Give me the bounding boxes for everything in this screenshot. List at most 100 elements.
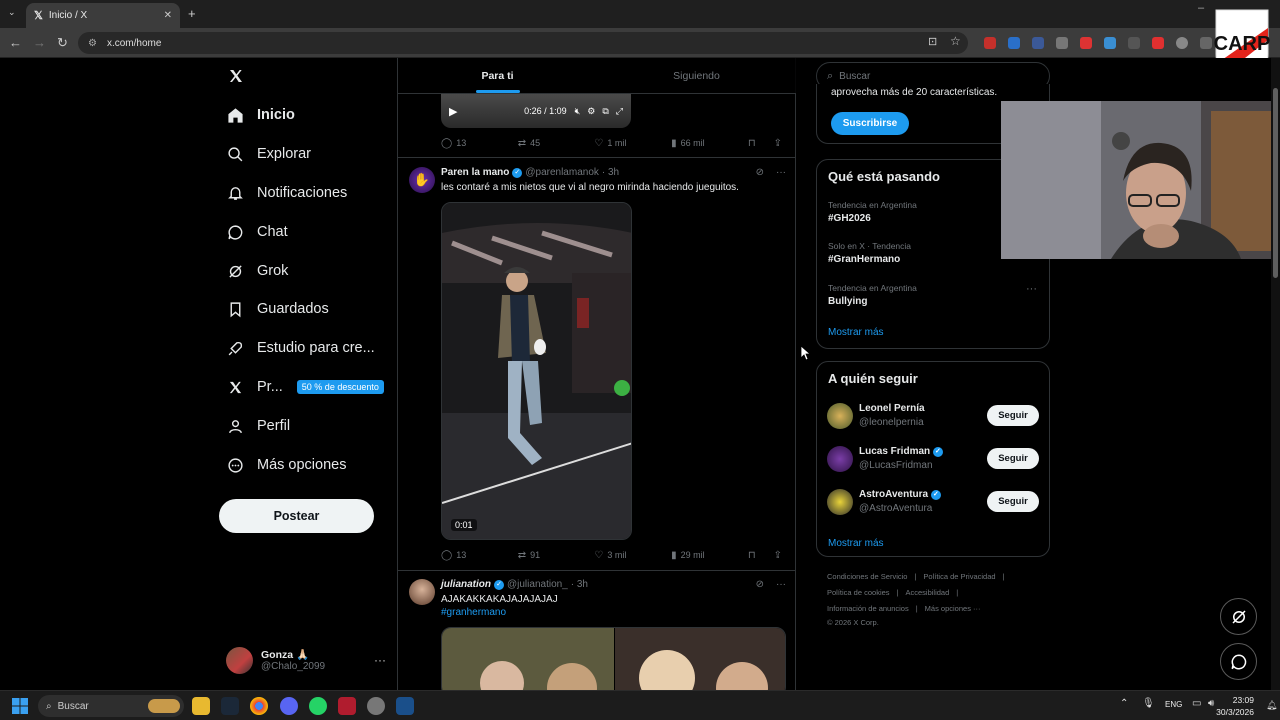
tray-chevron-icon[interactable]: ⌃ [1120, 698, 1128, 709]
notification-icon[interactable]: 🔔︎ [1266, 700, 1277, 711]
play-icon[interactable]: ▶ [449, 105, 457, 118]
nav-guardados[interactable]: Guardados [226, 300, 329, 318]
nav-mas-opciones[interactable]: Más opciones [226, 456, 346, 474]
more-icon[interactable]: ··· [776, 579, 786, 590]
network-icon[interactable]: ▭ [1192, 698, 1201, 709]
adblock-icon[interactable] [1152, 37, 1164, 49]
x-logo-icon[interactable] [228, 68, 244, 84]
extension-icon[interactable] [984, 37, 996, 49]
taskbar-search[interactable]: ⌕ Buscar [38, 695, 184, 717]
nav-grok[interactable]: Grok [226, 262, 288, 280]
follow-handle[interactable]: @AstroAventura [859, 503, 932, 514]
footer-link[interactable]: Información de anuncios [827, 604, 909, 613]
follow-button[interactable]: Seguir [987, 448, 1039, 469]
more-icon[interactable]: ··· [374, 653, 386, 667]
extension-icon[interactable] [1128, 37, 1140, 49]
file-explorer-icon[interactable] [192, 697, 210, 715]
close-tab-icon[interactable]: ✕ [164, 10, 172, 21]
trend-item[interactable]: Solo en X · Tendencia #GranHermano [828, 241, 911, 265]
trend-item[interactable]: Tendencia en Argentina Bullying [828, 283, 917, 307]
tab-para-ti[interactable]: Para ti [398, 58, 597, 93]
nav-premium[interactable]: Pr... 50 % de descuento [226, 378, 384, 396]
windows-start-icon[interactable] [12, 698, 28, 714]
site-info-icon[interactable]: ⚙ [88, 38, 97, 49]
nav-perfil[interactable]: Perfil [226, 417, 290, 435]
grok-icon[interactable]: ⊘ [756, 167, 764, 178]
tab-siguiendo[interactable]: Siguiendo [597, 58, 796, 93]
url-field[interactable]: ⚙ x.com/home [78, 32, 968, 54]
follow-handle[interactable]: @leonelpernia [859, 417, 924, 428]
reply-button[interactable]: ◯ 13 [441, 550, 518, 561]
nav-explorar[interactable]: Explorar [226, 145, 311, 163]
share-button[interactable]: ⇪ [774, 138, 786, 149]
views-button[interactable]: ▮ 66 mil [671, 138, 748, 149]
steam-icon[interactable] [396, 697, 414, 715]
reload-icon[interactable]: ↻ [57, 35, 68, 51]
trend-item[interactable]: Tendencia en Argentina #GH2026 [828, 200, 917, 224]
taskbar-clock[interactable]: 23:09 30/3/2026 [1216, 694, 1254, 718]
extension-icon[interactable] [1032, 37, 1044, 49]
footer-link[interactable]: Política de cookies [827, 588, 890, 597]
forward-icon[interactable]: → [33, 35, 46, 50]
scrollbar[interactable] [1271, 58, 1280, 690]
extension-icon[interactable] [1056, 37, 1068, 49]
mute-icon[interactable]: 🔇︎ [575, 106, 581, 117]
more-icon[interactable]: ··· [1026, 283, 1037, 295]
reply-button[interactable]: ◯ 13 [441, 138, 518, 149]
views-button[interactable]: ▮ 29 mil [671, 550, 748, 561]
subscribe-button[interactable]: Suscribirse [831, 112, 909, 135]
tweet-video[interactable]: 0:01 [441, 202, 632, 540]
extension-icon[interactable] [1080, 37, 1092, 49]
tweet-image[interactable] [441, 627, 786, 690]
nav-notificaciones[interactable]: Notificaciones [226, 184, 347, 202]
follow-name-row[interactable]: Lucas Fridman ✓ [859, 446, 943, 457]
follow-name-row[interactable]: AstroAventura ✓ [859, 489, 941, 500]
extension-icon[interactable] [1176, 37, 1188, 49]
language-indicator[interactable]: ENG [1165, 700, 1182, 709]
avatar[interactable] [409, 579, 435, 605]
whatsapp-icon[interactable] [309, 697, 327, 715]
repost-button[interactable]: ⇄ 91 [518, 550, 595, 561]
footer-link[interactable]: Política de Privacidad [923, 572, 995, 581]
tweet-time[interactable]: · 3h [571, 579, 588, 590]
tweet-time[interactable]: · 3h [602, 167, 619, 178]
settings-icon[interactable]: ⚙ [587, 106, 595, 117]
chat-fab-button[interactable] [1220, 643, 1257, 680]
grok-fab-button[interactable] [1220, 598, 1257, 635]
nav-estudio[interactable]: Estudio para cre... [226, 339, 375, 357]
follow-handle[interactable]: @LucasFridman [859, 460, 933, 471]
share-button[interactable]: ⇪ [774, 550, 786, 561]
like-button[interactable]: ♡ 1 mil [594, 138, 671, 149]
bookmark-button[interactable]: ⊓ [748, 550, 760, 561]
follow-button[interactable]: Seguir [987, 491, 1039, 512]
app-icon[interactable] [367, 697, 385, 715]
post-button[interactable]: Postear [219, 499, 374, 533]
avatar[interactable] [827, 403, 853, 429]
show-more-link[interactable]: Mostrar más [828, 327, 884, 338]
browser-tab[interactable]: 𝕏 Inicio / X ✕ [26, 3, 180, 28]
footer-link[interactable]: Accesibilidad [906, 588, 950, 597]
bookmark-button[interactable]: ⊓ [748, 138, 760, 149]
show-more-link[interactable]: Mostrar más [828, 538, 884, 549]
like-button[interactable]: ♡ 3 mil [594, 550, 671, 561]
author-handle[interactable]: @julianation_ [507, 579, 568, 590]
footer-link[interactable]: Condiciones de Servicio [827, 572, 907, 581]
author-name[interactable]: Paren la mano [441, 167, 509, 178]
install-app-icon[interactable]: ⊡ [928, 35, 937, 48]
nav-chat[interactable]: Chat [226, 223, 288, 241]
follow-name[interactable]: Leonel Pernía [859, 403, 925, 414]
account-switcher[interactable]: Gonza 🙏🏻 @Chalo_2099 ··· [226, 643, 386, 677]
steam-icon[interactable] [221, 697, 239, 715]
avatar[interactable] [827, 489, 853, 515]
chrome-icon[interactable] [250, 697, 268, 715]
discord-icon[interactable] [280, 697, 298, 715]
scrollbar-thumb[interactable] [1273, 88, 1278, 278]
extensions-puzzle-icon[interactable] [1200, 37, 1212, 49]
repost-button[interactable]: ⇄ 45 [518, 138, 595, 149]
app-icon[interactable] [338, 697, 356, 715]
avatar[interactable] [827, 446, 853, 472]
microphone-icon[interactable]: 🎙︎ [1142, 698, 1155, 709]
extension-icon[interactable] [1104, 37, 1116, 49]
fullscreen-icon[interactable]: ⤢ [616, 106, 623, 117]
back-icon[interactable]: ← [9, 35, 22, 50]
